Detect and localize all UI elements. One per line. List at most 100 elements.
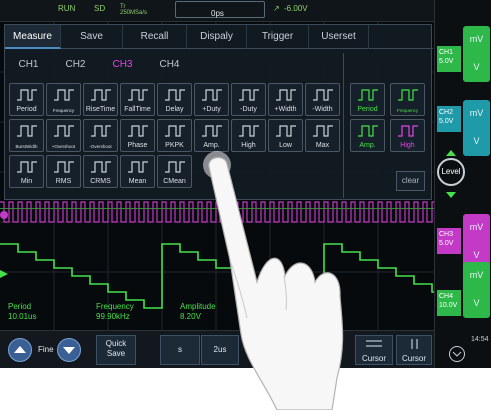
channel-tab-ch4[interactable]: CH4 xyxy=(146,53,193,77)
measure-delay-button[interactable]: Delay xyxy=(157,83,192,116)
tab-save[interactable]: Save xyxy=(61,25,123,49)
tab-trigger[interactable]: Trigger xyxy=(247,25,309,49)
pkpk-icon xyxy=(165,125,185,137)
measure-label: BurstWidth xyxy=(15,144,38,149)
low-icon xyxy=(276,125,296,137)
measure-label: FallTime xyxy=(124,106,151,113)
volt-scale-button-4[interactable]: mV V xyxy=(463,262,490,318)
volt-scale-button-2[interactable]: mV V xyxy=(463,100,490,156)
down-arrow-icon xyxy=(63,347,75,354)
high-icon xyxy=(239,125,259,137)
readout-value: 99.90kHz xyxy=(96,312,130,321)
measure-frequency-button[interactable]: Frequency xyxy=(46,83,81,116)
measure-duty-button[interactable]: -Duty xyxy=(231,83,266,116)
selected-amp-button[interactable]: Amp. xyxy=(350,119,385,152)
channel-name: CH1 xyxy=(439,49,454,56)
rise-time-icon xyxy=(91,89,111,101)
channel-scale: 5.0V xyxy=(439,58,454,65)
measure-high-button[interactable]: High xyxy=(231,119,266,152)
positive-overshoot-icon xyxy=(54,125,74,137)
measure-label: -Width xyxy=(312,106,333,113)
measure-period-button[interactable]: Period xyxy=(9,83,44,116)
quick-save-button[interactable]: Quick Save xyxy=(96,335,136,365)
frequency-icon xyxy=(54,89,74,101)
fall-time-icon xyxy=(128,89,148,101)
selected-frequency-button[interactable]: Frequency xyxy=(390,83,425,116)
clock: 14:54 xyxy=(471,336,489,343)
level-down-icon[interactable] xyxy=(446,192,456,198)
measure-falltime-button[interactable]: FallTime xyxy=(120,83,155,116)
fine-up-button[interactable] xyxy=(8,338,32,362)
measure-label: Max xyxy=(315,142,330,149)
measure-overshoot-button[interactable]: -Overshoot xyxy=(83,119,118,152)
channel-name: CH2 xyxy=(439,109,454,116)
up-arrow-icon xyxy=(14,346,26,353)
measure-label: -Overshoot xyxy=(89,144,112,149)
volt-unit: mV xyxy=(469,34,484,44)
channel-ch3-badge[interactable]: CH3 5.0V xyxy=(437,228,461,254)
measure-low-button[interactable]: Low xyxy=(268,119,303,152)
volt-label: V xyxy=(473,62,480,72)
measure-label: Low xyxy=(279,142,292,149)
measure-burstwidth-button[interactable]: BurstWidth xyxy=(9,119,44,152)
menu-collapse-button[interactable] xyxy=(449,346,465,362)
selected-high-button[interactable]: High xyxy=(390,119,425,152)
measure-min-button[interactable]: Min xyxy=(9,155,44,188)
measure-crms-button[interactable]: CRMS xyxy=(83,155,118,188)
readout-name: Period xyxy=(8,302,32,311)
selected-period-button[interactable]: Period xyxy=(350,83,385,116)
measure-rms-button[interactable]: RMS xyxy=(46,155,81,188)
measure-pkpk-button[interactable]: PKPK xyxy=(157,119,192,152)
channel-ch4-badge[interactable]: CH4 10.0V xyxy=(437,290,461,316)
rms-icon xyxy=(54,161,74,173)
clear-button[interactable]: clear xyxy=(396,171,425,191)
volt-scale-button-1[interactable]: mV V xyxy=(463,26,490,82)
ch4-marker[interactable] xyxy=(0,270,8,278)
selected-label: Frequency xyxy=(396,108,419,113)
delay-icon xyxy=(165,89,185,101)
channel-tab-ch1[interactable]: CH1 xyxy=(5,53,52,77)
measure-max-button[interactable]: Max xyxy=(305,119,340,152)
tab-recall[interactable]: Recall xyxy=(123,25,187,49)
measure-phase-button[interactable]: Phase xyxy=(120,119,155,152)
tab-userset[interactable]: Userset xyxy=(309,25,369,49)
measure-width-button[interactable]: -Width xyxy=(305,83,340,116)
level-up-icon[interactable] xyxy=(446,150,456,156)
measure-label: Frequency xyxy=(52,108,75,113)
fine-down-button[interactable] xyxy=(57,338,81,362)
touch-hand-image xyxy=(203,151,344,410)
readout-name: Frequency xyxy=(96,302,134,311)
measure-label: CMean xyxy=(163,178,186,185)
measure-label: Period xyxy=(16,106,37,113)
hand-shape xyxy=(208,157,344,410)
readout-period: Period 10.01us xyxy=(8,302,36,322)
measure-cmean-button[interactable]: CMean xyxy=(157,155,192,188)
measure-amp-button[interactable]: Amp. xyxy=(194,119,229,152)
max-icon xyxy=(313,125,333,137)
measure-label: -Duty xyxy=(240,106,257,113)
tab-dispaly[interactable]: Dispaly xyxy=(187,25,247,49)
readout-value: 10.01us xyxy=(8,312,37,321)
channel-ch2-badge[interactable]: CH2 5.0V xyxy=(437,106,461,132)
measure-duty-button[interactable]: +Duty xyxy=(194,83,229,116)
timebase-unit-button[interactable]: s xyxy=(160,335,200,365)
ch3-marker[interactable] xyxy=(0,211,8,219)
channel-panel: CH1 5.0V CH2 5.0V CH3 5.0V CH4 10.0V mV VmV VmV VmV… xyxy=(434,0,491,368)
channel-tab-ch2[interactable]: CH2 xyxy=(52,53,99,77)
volt-label: V xyxy=(473,250,480,260)
menu-tabs: Measure Save Recall Dispaly Trigger Userset xyxy=(5,25,433,49)
frequency-icon xyxy=(398,89,418,101)
period-icon xyxy=(358,89,378,101)
measure-mean-button[interactable]: Mean xyxy=(120,155,155,188)
selected-label: Amp. xyxy=(359,142,376,149)
tab-measure[interactable]: Measure xyxy=(5,25,61,49)
channel-tab-ch3[interactable]: CH3 xyxy=(99,53,146,77)
measure-risetime-button[interactable]: RiseTime xyxy=(83,83,118,116)
mean-icon xyxy=(128,161,148,173)
channel-name: CH4 xyxy=(439,293,454,300)
measure-width-button[interactable]: +Width xyxy=(268,83,303,116)
level-button[interactable]: Level xyxy=(437,158,465,186)
channel-ch1-badge[interactable]: CH1 5.0V xyxy=(437,46,461,72)
measure-overshoot-button[interactable]: +Overshoot xyxy=(46,119,81,152)
selected-label: Period xyxy=(357,106,378,113)
